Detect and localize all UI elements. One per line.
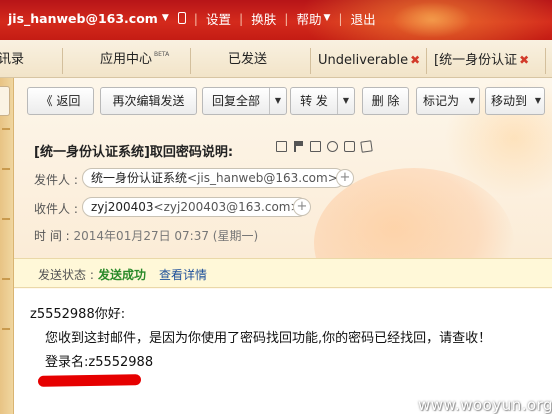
recipient-chip[interactable]: zyj200403<zyj200403@163.com> xyxy=(82,197,308,217)
tab-divider xyxy=(545,48,546,74)
redaction-mark xyxy=(37,374,142,387)
mark-as-label: 标记为 xyxy=(422,94,459,108)
time-row: 时 间 : 2014年01月27日 07:37 (星期一) xyxy=(34,227,258,244)
decoration xyxy=(2,278,10,280)
folder-icon[interactable] xyxy=(310,141,321,152)
from-label: 发件人 : xyxy=(34,173,78,187)
sender-chip[interactable]: 统一身份认证系统<jis_hanweb@163.com> xyxy=(82,168,345,188)
message-toolbar: 《 返回 再次编辑发送 回复全部 ▼ 转 发 ▼ 删 除 标记为 ▼ 移动到 ▼ xyxy=(14,87,552,115)
mobile-phone-icon[interactable] xyxy=(177,12,186,24)
delete-button[interactable]: 删 除 xyxy=(362,87,409,115)
decoration xyxy=(2,128,10,130)
tab-divider xyxy=(190,48,191,74)
message-pane: 《 返回 再次编辑发送 回复全部 ▼ 转 发 ▼ 删 除 标记为 ▼ 移动到 ▼… xyxy=(14,78,552,414)
tab-current-message[interactable]: [统一身份认证 ✖ xyxy=(434,48,529,72)
left-sidebar-strip xyxy=(0,78,14,414)
recipient-name: zyj200403 xyxy=(91,200,154,214)
separator: | xyxy=(193,10,198,26)
body-paragraph: 您收到这封邮件，是因为你使用了密码找回功能,你的密码已经找回，请查收！ xyxy=(45,331,492,346)
watermark: www.wooyun.org xyxy=(418,396,552,414)
time-label: 时 间 : xyxy=(34,229,70,243)
decoration xyxy=(2,328,10,330)
tab-label: [统一身份认证 xyxy=(434,53,518,68)
back-button[interactable]: 《 返回 xyxy=(27,87,94,115)
close-icon[interactable]: ✖ xyxy=(410,53,420,67)
note-icon[interactable] xyxy=(360,140,373,153)
mail-icon[interactable] xyxy=(276,141,287,152)
tab-contacts[interactable]: 讯录 xyxy=(0,48,24,72)
tab-label: 应用中心 xyxy=(100,52,153,67)
to-label: 收件人 : xyxy=(34,202,78,216)
reply-all-button[interactable]: 回复全部 ▼ xyxy=(202,87,287,115)
decoration xyxy=(2,218,10,220)
reply-all-label: 回复全部 xyxy=(211,94,260,108)
add-contact-button[interactable]: + xyxy=(293,198,311,216)
separator: | xyxy=(239,10,244,26)
lantern-decoration xyxy=(392,2,472,38)
move-to-button[interactable]: 移动到 ▼ xyxy=(485,87,545,115)
add-contact-button[interactable]: + xyxy=(336,169,354,187)
chevron-down-icon[interactable]: ▼ xyxy=(323,13,330,23)
settings-link[interactable]: 设置 xyxy=(206,9,231,28)
greeting-text: z5552988你好: xyxy=(30,307,126,322)
tab-label: 已发送 xyxy=(228,52,268,67)
reply-icon[interactable] xyxy=(327,141,338,152)
account-username[interactable]: jis_hanweb@163.com xyxy=(8,11,158,26)
tab-bar: 讯录 应用中心 BETA 已发送 Undeliverable ✖ [统一身份认证 ✖ xyxy=(0,40,552,78)
reedit-send-button[interactable]: 再次编辑发送 xyxy=(100,87,197,115)
chevron-down-icon[interactable]: ▼ xyxy=(269,88,286,114)
sender-address: <jis_hanweb@163.com> xyxy=(187,171,338,185)
send-status-bar: 发送状态 : 发送成功 查看详情 xyxy=(14,258,552,288)
login-name-text: 登录名:z5552988 xyxy=(45,355,154,370)
subject-actions xyxy=(276,140,378,153)
message-subject: [统一身份认证系统]取回密码说明: xyxy=(34,145,234,160)
chevron-down-icon: ▼ xyxy=(468,96,476,105)
tab-divider xyxy=(426,48,427,74)
recipient-address: <zyj200403@163.com> xyxy=(153,200,301,214)
tab-label: Undeliverable xyxy=(318,53,409,68)
chevron-down-icon: ▼ xyxy=(534,96,542,105)
sender-name: 统一身份认证系统 xyxy=(91,171,188,185)
flag-icon[interactable] xyxy=(293,141,304,152)
decoration xyxy=(2,168,10,170)
move-to-label: 移动到 xyxy=(490,94,527,108)
tab-divider xyxy=(310,48,311,74)
forward-label: 转 发 xyxy=(300,94,328,108)
separator: | xyxy=(284,10,289,26)
mark-as-button[interactable]: 标记为 ▼ xyxy=(416,87,480,115)
topbar-row: jis_hanweb@163.com ▼ | 设置 | 换肤 | 帮助 ▼ | … xyxy=(0,8,376,28)
tab-sent[interactable]: 已发送 xyxy=(228,48,267,72)
beta-badge: BETA xyxy=(154,51,170,58)
tab-app-center[interactable]: 应用中心 BETA xyxy=(100,48,169,72)
chevron-down-icon[interactable]: ▼ xyxy=(337,88,354,114)
send-status-value: 发送成功 xyxy=(98,268,147,282)
print-icon[interactable] xyxy=(344,141,355,152)
close-icon[interactable]: ✖ xyxy=(519,53,529,67)
time-value: 2014年01月27日 07:37 (星期一) xyxy=(73,229,259,243)
forward-button[interactable]: 转 发 ▼ xyxy=(290,87,355,115)
collapse-sidebar-button[interactable] xyxy=(0,86,10,116)
send-status-label: 发送状态 : xyxy=(38,268,94,282)
top-bar: jis_hanweb@163.com ▼ | 设置 | 换肤 | 帮助 ▼ | … xyxy=(0,0,552,40)
tab-undeliverable[interactable]: Undeliverable ✖ xyxy=(318,48,420,72)
chevron-down-icon[interactable]: ▼ xyxy=(162,13,169,23)
help-link[interactable]: 帮助 xyxy=(296,9,321,28)
logout-link[interactable]: 退出 xyxy=(351,9,376,28)
separator: | xyxy=(338,10,343,26)
view-details-link[interactable]: 查看详情 xyxy=(159,266,207,283)
tab-divider xyxy=(62,48,63,74)
skin-link[interactable]: 换肤 xyxy=(251,9,276,28)
tab-label: 讯录 xyxy=(0,52,25,67)
